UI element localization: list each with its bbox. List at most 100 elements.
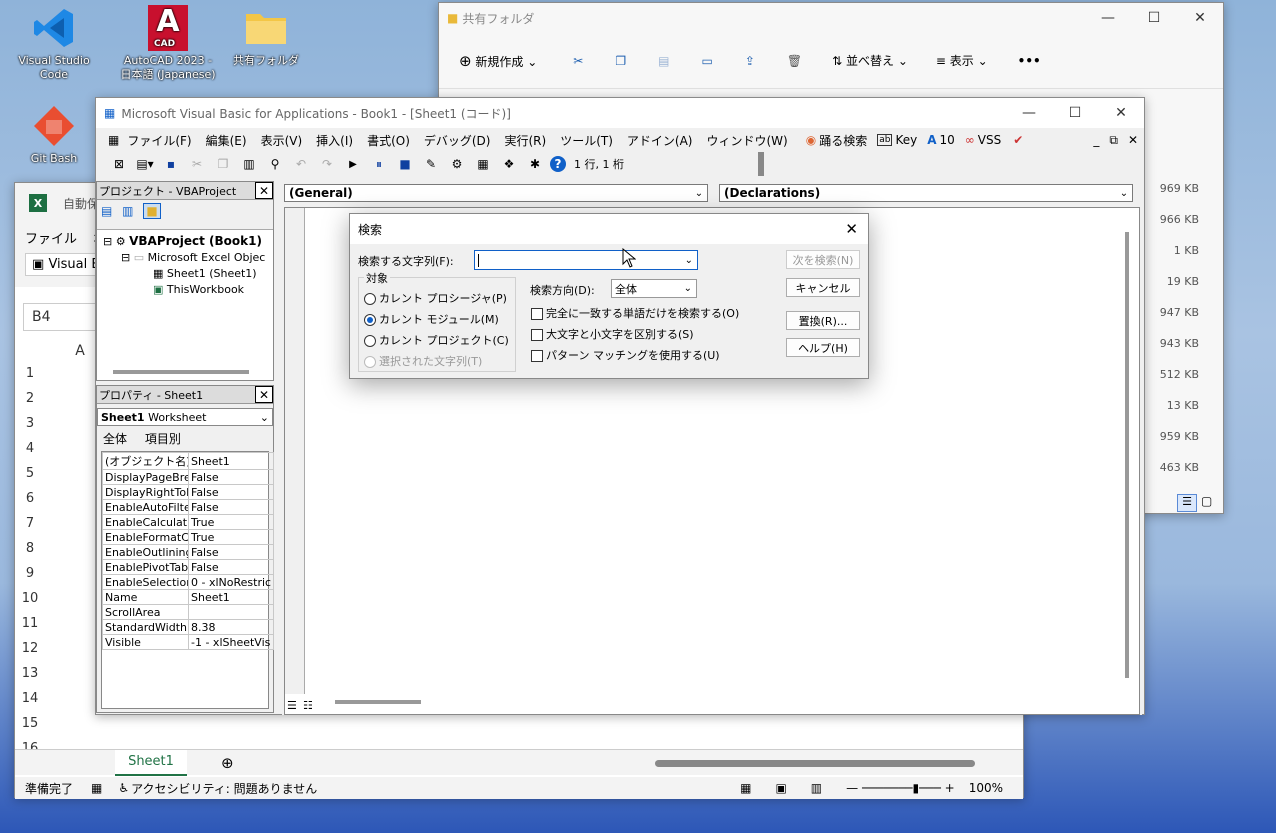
namebox[interactable]: B4 xyxy=(23,303,103,331)
tiles-view-icon[interactable]: ▢ xyxy=(1201,494,1212,508)
row-header[interactable]: 6 xyxy=(15,491,45,506)
check-whole-word[interactable]: 完全に一致する単語だけを検索する(O) xyxy=(531,305,739,321)
sheet-tab[interactable]: Sheet1 xyxy=(115,750,187,776)
check-pattern-matching[interactable]: パターン マッチングを使用する(U) xyxy=(531,347,720,363)
view-code-icon[interactable]: ▤ xyxy=(101,204,112,218)
close-icon[interactable]: ✕ xyxy=(255,386,273,403)
property-value[interactable]: False xyxy=(187,484,275,500)
row-header[interactable]: 9 xyxy=(15,566,45,581)
maximize-button[interactable]: ☐ xyxy=(1131,10,1177,26)
maximize-button[interactable]: ☐ xyxy=(1052,105,1098,121)
project-hscroll[interactable] xyxy=(113,370,249,374)
procedure-combo[interactable]: (Declarations) ⌄ xyxy=(719,184,1133,202)
close-button[interactable]: ✕ xyxy=(1177,10,1223,26)
tree-item-sheet1[interactable]: ▦ Sheet1 (Sheet1) xyxy=(103,266,267,282)
find-input[interactable]: ⌄ xyxy=(474,250,698,270)
radio-selected-text[interactable]: 選択された文字列(T) xyxy=(364,353,482,369)
property-value[interactable]: False xyxy=(187,499,275,515)
vertical-scrollbar[interactable] xyxy=(1125,232,1129,678)
help-button[interactable]: ヘルプ(H) xyxy=(786,338,860,357)
vba-menu-item[interactable]: アドイン(A) xyxy=(627,132,693,149)
row-header[interactable]: 8 xyxy=(15,541,45,556)
toggle-folders-icon[interactable]: ■ xyxy=(143,203,161,219)
collapse-icon[interactable]: ⊟ xyxy=(121,251,130,264)
row-header[interactable]: 14 xyxy=(15,691,45,706)
page-break-icon[interactable]: ▥ xyxy=(811,781,822,795)
property-row[interactable]: Name Sheet1 xyxy=(102,589,275,605)
minimize-button[interactable]: — xyxy=(1006,105,1052,121)
child-restore-button[interactable]: ⧉ xyxy=(1109,133,1118,148)
chevron-down-icon[interactable]: ⌄ xyxy=(685,255,693,266)
object-browser-icon[interactable]: ❖ xyxy=(498,154,520,174)
child-minimize-button[interactable]: _ xyxy=(1093,133,1099,147)
details-view-icon[interactable]: ☰ xyxy=(1177,494,1197,512)
property-row[interactable]: StandardWidth 8.38 xyxy=(102,619,275,635)
share-icon[interactable]: ⇪ xyxy=(745,54,755,68)
page-layout-icon[interactable]: ▣ xyxy=(775,781,786,795)
pause-icon[interactable]: ⏸ xyxy=(368,154,390,174)
property-value[interactable]: True xyxy=(187,529,275,545)
property-value[interactable]: True xyxy=(187,514,275,530)
property-value[interactable]: Sheet1 xyxy=(187,589,275,605)
child-close-button[interactable]: ✕ xyxy=(1128,133,1138,147)
vba-menu-item[interactable]: ツール(T) xyxy=(560,132,613,149)
check-match-case[interactable]: 大文字と小文字を区別する(S) xyxy=(531,326,694,342)
cancel-button[interactable]: キャンセル xyxy=(786,278,860,297)
find-icon[interactable]: ⚲ xyxy=(264,154,286,174)
paste-icon[interactable]: ▥ xyxy=(238,154,260,174)
radio-current-procedure[interactable]: カレント プロシージャ(P) xyxy=(364,290,507,306)
dancing-search-button[interactable]: 踊る検索 xyxy=(819,132,867,149)
property-value[interactable] xyxy=(187,604,275,620)
object-selector[interactable]: Sheet1 Worksheet ⌄ xyxy=(97,408,273,426)
radio-current-module[interactable]: カレント モジュール(M) xyxy=(364,311,499,327)
run-icon[interactable]: ▶ xyxy=(342,154,364,174)
close-button[interactable]: ✕ xyxy=(1098,105,1144,121)
add-sheet-icon[interactable]: ⊕ xyxy=(221,754,234,772)
stop-icon[interactable]: ■ xyxy=(394,154,416,174)
desktop-icon-shared-folder[interactable]: 共有フォルダ xyxy=(216,4,316,68)
cut-icon[interactable]: ✂ xyxy=(573,54,583,68)
property-value[interactable]: False xyxy=(187,469,275,485)
tree-item-thisworkbook[interactable]: ▣ ThisWorkbook xyxy=(103,282,267,298)
vba-menu-item[interactable]: 挿入(I) xyxy=(316,132,353,149)
minimize-button[interactable]: — xyxy=(1085,10,1131,26)
row-header[interactable]: 5 xyxy=(15,466,45,481)
close-icon[interactable]: ✕ xyxy=(255,182,273,199)
desktop-icon-vscode[interactable]: Visual Studio Code xyxy=(4,4,104,82)
property-value[interactable]: False xyxy=(187,559,275,575)
vba-menu-item[interactable]: デバッグ(D) xyxy=(424,132,491,149)
row-header[interactable]: 4 xyxy=(15,441,45,456)
status-accessibility[interactable]: アクセシビリティ: 問題ありません xyxy=(131,780,317,797)
property-value[interactable]: 0 - xlNoRestric xyxy=(187,574,275,590)
vba-menu-item[interactable]: 表示(V) xyxy=(261,132,303,149)
direction-select[interactable]: 全体 ⌄ xyxy=(611,279,697,298)
property-value[interactable]: 8.38 xyxy=(187,619,275,635)
radio-current-project[interactable]: カレント プロジェクト(C) xyxy=(364,332,509,348)
vba-menu-item[interactable]: ウィンドウ(W) xyxy=(706,132,787,149)
vba-menu-item[interactable]: 実行(R) xyxy=(504,132,546,149)
property-row[interactable]: EnableSelection 0 - xlNoRestric xyxy=(102,574,275,590)
property-row[interactable]: EnablePivotTableFalse xyxy=(102,559,275,575)
view-object-icon[interactable]: ▥ xyxy=(122,204,133,218)
module-view-icon[interactable]: ☷ xyxy=(303,699,313,712)
property-row[interactable]: ScrollArea xyxy=(102,604,275,620)
delete-icon[interactable]: 🗑 xyxy=(787,54,802,68)
normal-view-icon[interactable]: ▦ xyxy=(740,781,751,795)
copy-icon[interactable]: ❐ xyxy=(212,154,234,174)
row-header[interactable]: 13 xyxy=(15,666,45,681)
accessibility-icon[interactable]: ♿ xyxy=(118,781,129,795)
view-button[interactable]: ≡ 表示 ⌄ xyxy=(936,52,988,69)
vba-menu-item[interactable]: 編集(E) xyxy=(206,132,247,149)
undo-icon[interactable]: ↶ xyxy=(290,154,312,174)
tab-alphabetic[interactable]: 全体 xyxy=(103,432,127,446)
procedure-view-icon[interactable]: ☰ xyxy=(287,699,297,712)
properties-window-icon[interactable]: ▦ xyxy=(472,154,494,174)
paste-icon[interactable]: ▤ xyxy=(658,54,669,68)
row-header[interactable]: 12 xyxy=(15,641,45,656)
col-header-a[interactable]: A xyxy=(65,343,95,359)
property-row[interactable]: EnableOutlining False xyxy=(102,544,275,560)
object-combo[interactable]: (General) ⌄ xyxy=(284,184,708,202)
sort-button[interactable]: ⇅ 並べ替え ⌄ xyxy=(832,52,908,69)
desktop-icon-git-bash[interactable]: Git Bash xyxy=(4,102,104,166)
property-row[interactable]: EnableFormatCo True xyxy=(102,529,275,545)
